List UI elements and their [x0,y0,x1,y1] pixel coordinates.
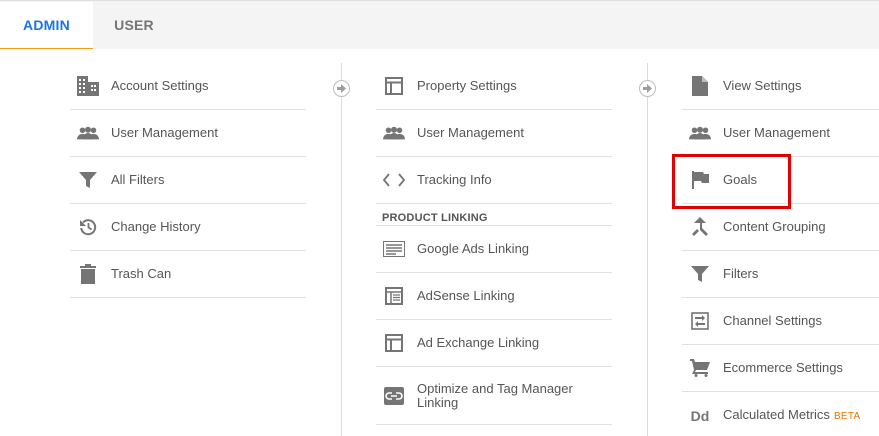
adsense-linking-item[interactable]: AdSense Linking [376,273,612,320]
view-user-management-item[interactable]: User Management [682,110,879,157]
code-icon [383,169,405,191]
tracking-info-label: Tracking Info [417,172,492,187]
account-settings-item[interactable]: Account Settings [70,63,306,110]
ad-exchange-linking-item[interactable]: Ad Exchange Linking [376,320,612,367]
ads-icon [383,238,405,260]
people-icon [689,122,711,144]
ecommerce-settings-item[interactable]: Ecommerce Settings [682,345,879,392]
trash-icon [77,263,99,285]
calculated-metrics-label: Calculated Metrics BETA [723,406,861,424]
document-icon [689,75,711,97]
admin-tab-bar: ADMIN USER [0,0,879,50]
filters-item[interactable]: Filters [682,251,879,298]
content-grouping-label: Content Grouping [723,219,826,234]
history-icon [77,216,99,238]
property-user-management-item[interactable]: User Management [376,110,612,157]
content-grouping-item[interactable]: Content Grouping [682,204,879,251]
property-settings-label: Property Settings [417,78,517,93]
change-history-item[interactable]: Change History [70,204,306,251]
tracking-info-item[interactable]: Tracking Info [376,157,612,204]
link-icon [383,385,405,407]
beta-badge: BETA [833,410,861,422]
optimize-tag-manager-linking-item[interactable]: Optimize and Tag Manager Linking [376,367,612,425]
admin-panel: Account Settings User Management All Fil… [0,49,879,436]
cart-icon [689,357,711,379]
product-linking-heading: PRODUCT LINKING [376,204,612,226]
people-icon [383,122,405,144]
all-filters-item[interactable]: All Filters [70,157,306,204]
tab-user[interactable]: USER [93,2,175,49]
google-ads-linking-item[interactable]: Google Ads Linking [376,226,612,273]
layout-icon [383,75,405,97]
optimize-tag-manager-linking-label: Optimize and Tag Manager Linking [417,380,573,410]
building-icon [77,75,99,97]
filter-icon [689,263,711,285]
people-icon [77,122,99,144]
channel-icon [689,310,711,332]
trash-can-label: Trash Can [111,266,172,281]
arrow-right-icon[interactable] [639,80,656,97]
view-user-management-label: User Management [723,125,830,140]
tab-admin[interactable]: ADMIN [0,2,93,50]
property-settings-item[interactable]: Property Settings [376,63,612,110]
account-settings-label: Account Settings [111,78,209,93]
goals-label: Goals [723,172,757,187]
filters-label: Filters [723,266,759,281]
account-user-management-item[interactable]: User Management [70,110,306,157]
account-column: Account Settings User Management All Fil… [70,63,306,298]
ad-exchange-linking-label: Ad Exchange Linking [417,335,540,350]
adsense-icon [383,285,405,307]
trash-can-item[interactable]: Trash Can [70,251,306,298]
flag-icon [689,169,711,191]
property-user-management-label: User Management [417,125,524,140]
google-ads-linking-label: Google Ads Linking [417,241,530,256]
view-settings-item[interactable]: View Settings [682,63,879,110]
property-column: Property Settings User Management Tracki… [376,63,612,425]
dd-icon: Dd [689,405,711,427]
calculated-metrics-text: Calculated Metrics [723,406,830,422]
goals-item[interactable]: Goals [682,157,879,204]
column-divider [647,63,648,436]
change-history-label: Change History [111,219,201,234]
adsense-linking-label: AdSense Linking [417,288,515,303]
column-divider [341,63,342,436]
arrow-right-icon[interactable] [333,80,350,97]
channel-settings-item[interactable]: Channel Settings [682,298,879,345]
dd-icon-text: Dd [690,407,710,424]
channel-settings-label: Channel Settings [723,313,823,328]
calculated-metrics-item[interactable]: Dd Calculated Metrics BETA [682,392,879,436]
adexchange-icon [383,332,405,354]
account-user-management-label: User Management [111,125,218,140]
ecommerce-settings-label: Ecommerce Settings [723,360,843,375]
grouping-icon [689,216,711,238]
all-filters-label: All Filters [111,172,165,187]
filter-icon [77,169,99,191]
view-settings-label: View Settings [723,78,802,93]
view-column: View Settings User Management Goals Cont… [682,63,879,436]
